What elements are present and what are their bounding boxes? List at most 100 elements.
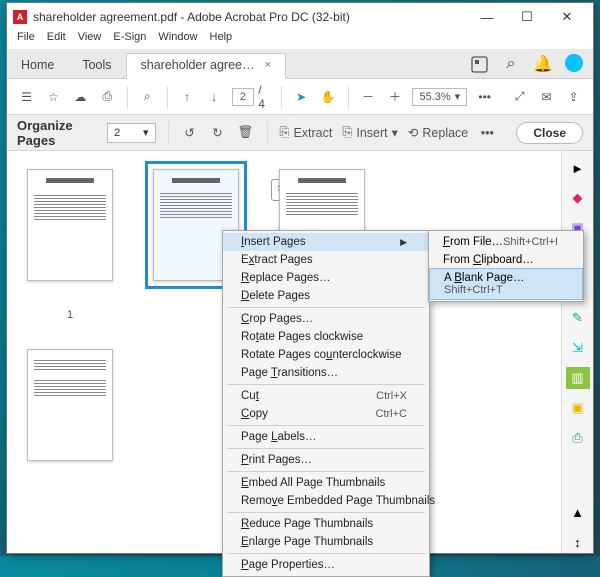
share-icon[interactable]: ⇪	[564, 87, 583, 107]
insert-icon: ⎘	[342, 125, 352, 140]
tab-tools[interactable]: Tools	[68, 54, 125, 78]
menu-bar: File Edit View E-Sign Window Help	[7, 31, 593, 49]
quick-tools-icon[interactable]	[469, 54, 489, 74]
comment-icon[interactable]: ▣	[566, 397, 590, 419]
star-icon[interactable]: ☆	[44, 87, 63, 107]
menu-edit[interactable]: Edit	[47, 31, 66, 49]
mail-icon[interactable]: ✉	[537, 87, 556, 107]
app-icon: A	[13, 10, 27, 24]
chevron-down-icon: ▾	[143, 126, 149, 139]
print-icon[interactable]: ⎙	[98, 87, 117, 107]
ctx-enlarge-page-thumbnails[interactable]: Enlarge Page Thumbnails	[223, 533, 429, 551]
page-select-value: 2	[114, 127, 120, 139]
ctx-reduce-page-thumbnails[interactable]: Reduce Page Thumbnails	[223, 515, 429, 533]
title-bar: A shareholder agreement.pdf - Adobe Acro…	[7, 3, 593, 31]
tab-close-icon[interactable]: ×	[265, 59, 271, 71]
context-menu: Insert Pages▶Extract PagesReplace Pages……	[222, 230, 430, 577]
tab-document[interactable]: shareholder agree… ×	[126, 53, 286, 79]
ctx-rotate-pages-counterclockwise[interactable]: Rotate Pages counterclockwise	[223, 346, 429, 364]
right-tool-strip: ► ◆ ▣ ▭ ✎ ✎ ⇲ ▥ ▣ ⎙ ▲ ↕	[561, 151, 593, 553]
chevron-down-icon: ▾	[455, 90, 461, 103]
ctx-page-transitions[interactable]: Page Transitions…	[223, 364, 429, 382]
menu-window[interactable]: Window	[158, 31, 197, 49]
ctx-replace-pages[interactable]: Replace Pages…	[223, 269, 429, 287]
sidebar-toggle-icon[interactable]: ☰	[17, 87, 36, 107]
page-down-icon[interactable]: ↓	[205, 87, 224, 107]
ctx-remove-embedded-page-thumbnails[interactable]: Remove Embedded Page Thumbnails	[223, 492, 429, 510]
page-thumbnail-1[interactable]	[27, 169, 113, 281]
tab-home[interactable]: Home	[7, 54, 68, 78]
ctx-page-properties[interactable]: Page Properties…	[223, 556, 429, 574]
tab-document-label: shareholder agree…	[141, 58, 255, 72]
collapse-strip-icon[interactable]: ►	[566, 157, 590, 179]
ctx-cut[interactable]: CutCtrl+X	[223, 387, 429, 405]
close-organize-button[interactable]: Close	[516, 122, 583, 144]
organize-pages-bar: Organize Pages 2 ▾ ↺ ↻ 🗑 ⎘ Extract ⎘ Ins…	[7, 115, 593, 151]
menu-file[interactable]: File	[17, 31, 35, 49]
ctx-copy[interactable]: CopyCtrl+C	[223, 405, 429, 423]
scan-ocr-icon[interactable]: ⎙	[566, 427, 590, 449]
zoom-out-icon[interactable]: －	[359, 87, 378, 107]
resize-grip-icon[interactable]: ↕	[566, 531, 590, 553]
insert-button[interactable]: ⎘ Insert ▾	[342, 125, 398, 140]
cloud-icon[interactable]: ☁	[71, 87, 90, 107]
account-avatar[interactable]	[565, 54, 583, 72]
close-window-button[interactable]: ✕	[547, 5, 587, 29]
rotate-left-icon[interactable]: ↺	[180, 122, 198, 144]
replace-button[interactable]: ⟲ Replace	[408, 125, 468, 140]
selection-tool-icon[interactable]: ➤	[292, 87, 311, 107]
ctx-insert-pages[interactable]: Insert Pages▶	[223, 233, 429, 251]
organize-title: Organize Pages	[17, 118, 97, 148]
page-current-input[interactable]: 2	[232, 88, 255, 106]
extract-icon: ⎘	[279, 125, 289, 140]
ctx-crop-pages[interactable]: Crop Pages…	[223, 310, 429, 328]
zoom-select[interactable]: 55.3% ▾	[412, 88, 467, 106]
zoom-slider-icon[interactable]: ▲	[566, 501, 590, 523]
replace-icon: ⟲	[408, 125, 418, 140]
menu-help[interactable]: Help	[210, 31, 233, 49]
insert-label: Insert	[356, 126, 387, 140]
export-pdf-icon[interactable]: ⇲	[566, 337, 590, 359]
main-toolbar: ☰ ☆ ☁ ⎙ ⌕ ↑ ↓ 2 / 4 ➤ ✋ － ＋ 55.3% ▾ ••• …	[7, 79, 593, 115]
find-icon[interactable]: ⌕	[138, 87, 157, 107]
search-quick-icon[interactable]: ⌕	[501, 54, 521, 74]
ctx-rotate-pages-clockwise[interactable]: Rotate Pages clockwise	[223, 328, 429, 346]
ctx-page-labels[interactable]: Page Labels…	[223, 428, 429, 446]
rotate-right-icon[interactable]: ↻	[208, 122, 226, 144]
delete-page-icon[interactable]: 🗑	[237, 122, 255, 144]
zoom-value: 55.3%	[419, 91, 450, 103]
extract-label: Extract	[293, 126, 332, 140]
page-counter: 2 / 4	[232, 83, 271, 111]
extract-button[interactable]: ⎘ Extract	[279, 125, 332, 140]
chevron-down-icon: ▾	[392, 125, 398, 140]
page-up-icon[interactable]: ↑	[178, 87, 197, 107]
zoom-in-icon[interactable]: ＋	[386, 87, 405, 107]
fit-page-icon[interactable]: ⤢	[510, 87, 529, 107]
menu-view[interactable]: View	[78, 31, 102, 49]
hand-tool-icon[interactable]: ✋	[319, 87, 338, 107]
create-pdf-icon[interactable]: ◆	[566, 187, 590, 209]
sub-from-file[interactable]: From File…Shift+Ctrl+I	[429, 233, 583, 251]
menu-esign[interactable]: E-Sign	[113, 31, 146, 49]
replace-label: Replace	[422, 126, 468, 140]
bell-icon[interactable]: 🔔	[533, 54, 553, 74]
more-tools-icon[interactable]: •••	[475, 87, 494, 107]
fill-sign-icon[interactable]: ✎	[566, 307, 590, 329]
ctx-print-pages[interactable]: Print Pages…	[223, 451, 429, 469]
more-organize-icon[interactable]: •••	[478, 122, 496, 144]
ctx-extract-pages[interactable]: Extract Pages	[223, 251, 429, 269]
page-thumbnail-4[interactable]	[27, 349, 113, 461]
ctx-embed-all-page-thumbnails[interactable]: Embed All Page Thumbnails	[223, 474, 429, 492]
minimize-button[interactable]: —	[467, 5, 507, 29]
sub-a-blank-page[interactable]: A Blank Page…Shift+Ctrl+T	[429, 268, 583, 300]
insert-submenu: From File…Shift+Ctrl+IFrom Clipboard…A B…	[428, 230, 584, 302]
page-select[interactable]: 2 ▾	[107, 123, 155, 143]
page-total-label: / 4	[258, 83, 271, 111]
tab-bar: Home Tools shareholder agree… × ⌕ 🔔	[7, 49, 593, 79]
window-title: shareholder agreement.pdf - Adobe Acroba…	[33, 10, 467, 24]
organize-pages-icon[interactable]: ▥	[566, 367, 590, 389]
page-label-1: 1	[67, 309, 73, 321]
ctx-delete-pages[interactable]: Delete Pages	[223, 287, 429, 305]
sub-from-clipboard[interactable]: From Clipboard…	[429, 251, 583, 269]
maximize-button[interactable]: ☐	[507, 5, 547, 29]
